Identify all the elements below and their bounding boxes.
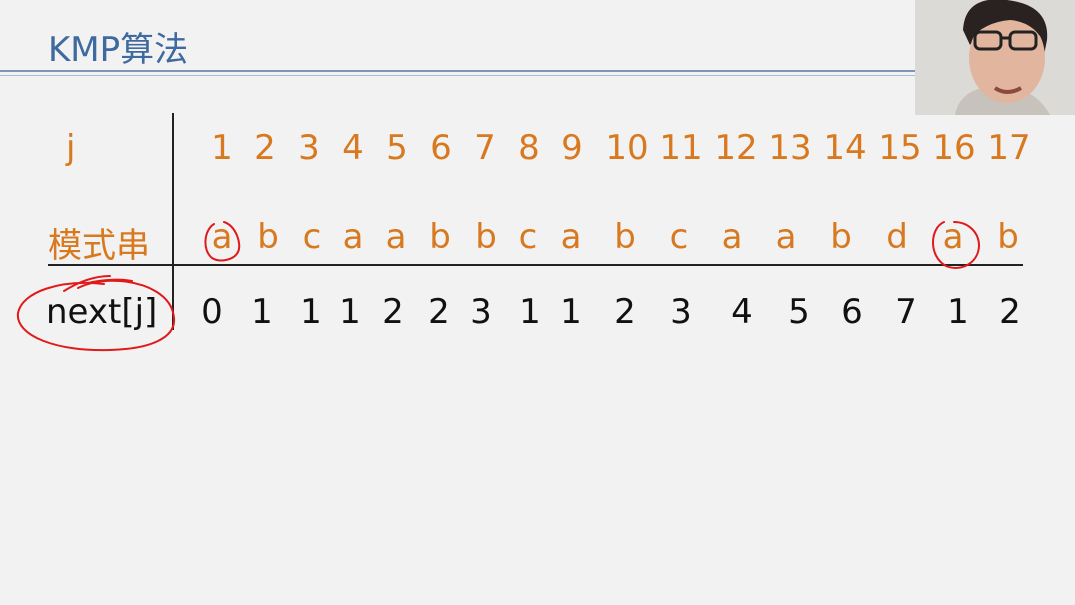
next-cell: 0 bbox=[201, 292, 223, 332]
next-cell: 7 bbox=[895, 292, 917, 332]
presenter-webcam bbox=[915, 0, 1075, 115]
j-cell: 10 bbox=[605, 128, 649, 168]
pattern-cell: b bbox=[614, 217, 636, 257]
j-cell: 16 bbox=[932, 128, 976, 168]
next-cell: 4 bbox=[731, 292, 753, 332]
j-cell: 7 bbox=[474, 128, 496, 168]
ink-stroke-next-b bbox=[87, 278, 133, 284]
next-cell: 5 bbox=[788, 292, 810, 332]
next-cell: 2 bbox=[614, 292, 636, 332]
pattern-cell: a bbox=[775, 217, 797, 257]
pattern-cell: b bbox=[257, 217, 279, 257]
title-rule-thin bbox=[0, 75, 915, 76]
row-label-next: next[j] bbox=[46, 292, 158, 332]
pattern-cell: b bbox=[475, 217, 497, 257]
next-cell: 6 bbox=[841, 292, 863, 332]
next-cell: 2 bbox=[428, 292, 450, 332]
pattern-cell: b bbox=[997, 217, 1019, 257]
presenter-video-icon bbox=[915, 0, 1075, 115]
pattern-cell: c bbox=[518, 217, 538, 257]
j-cell: 13 bbox=[768, 128, 812, 168]
next-cell: 1 bbox=[560, 292, 582, 332]
ink-stroke-next-a bbox=[63, 275, 111, 292]
title-rule bbox=[0, 70, 915, 72]
pattern-cell: c bbox=[669, 217, 689, 257]
next-cell: 3 bbox=[470, 292, 492, 332]
next-cell: 2 bbox=[999, 292, 1021, 332]
j-cell: 1 bbox=[211, 128, 233, 168]
j-cell: 2 bbox=[254, 128, 276, 168]
next-cell: 1 bbox=[339, 292, 361, 332]
j-cell: 4 bbox=[342, 128, 364, 168]
j-cell: 9 bbox=[561, 128, 583, 168]
j-cell: 11 bbox=[659, 128, 703, 168]
pattern-cell: a bbox=[942, 217, 964, 257]
pattern-cell: a bbox=[211, 217, 233, 257]
next-cell: 1 bbox=[519, 292, 541, 332]
next-cell: 3 bbox=[670, 292, 692, 332]
pattern-cell: a bbox=[342, 217, 364, 257]
j-cell: 17 bbox=[987, 128, 1031, 168]
pattern-cell: b bbox=[429, 217, 451, 257]
page-title: KMP算法 bbox=[48, 30, 189, 70]
j-cell: 14 bbox=[823, 128, 867, 168]
table-vertical-divider bbox=[172, 113, 174, 330]
pattern-cell: a bbox=[385, 217, 407, 257]
j-cell: 15 bbox=[878, 128, 922, 168]
j-cell: 3 bbox=[298, 128, 320, 168]
next-cell: 1 bbox=[300, 292, 322, 332]
next-cell: 2 bbox=[382, 292, 404, 332]
table-horizontal-divider bbox=[48, 264, 1023, 266]
pattern-cell: d bbox=[886, 217, 908, 257]
row-label-j: j bbox=[66, 128, 76, 168]
pattern-cell: c bbox=[302, 217, 322, 257]
j-cell: 8 bbox=[518, 128, 540, 168]
j-cell: 6 bbox=[430, 128, 452, 168]
pattern-cell: a bbox=[721, 217, 743, 257]
j-cell: 12 bbox=[714, 128, 758, 168]
row-label-pattern: 模式串 bbox=[48, 226, 150, 266]
pattern-cell: b bbox=[830, 217, 852, 257]
pattern-cell: a bbox=[560, 217, 582, 257]
next-cell: 1 bbox=[947, 292, 969, 332]
next-cell: 1 bbox=[251, 292, 273, 332]
j-cell: 5 bbox=[386, 128, 408, 168]
